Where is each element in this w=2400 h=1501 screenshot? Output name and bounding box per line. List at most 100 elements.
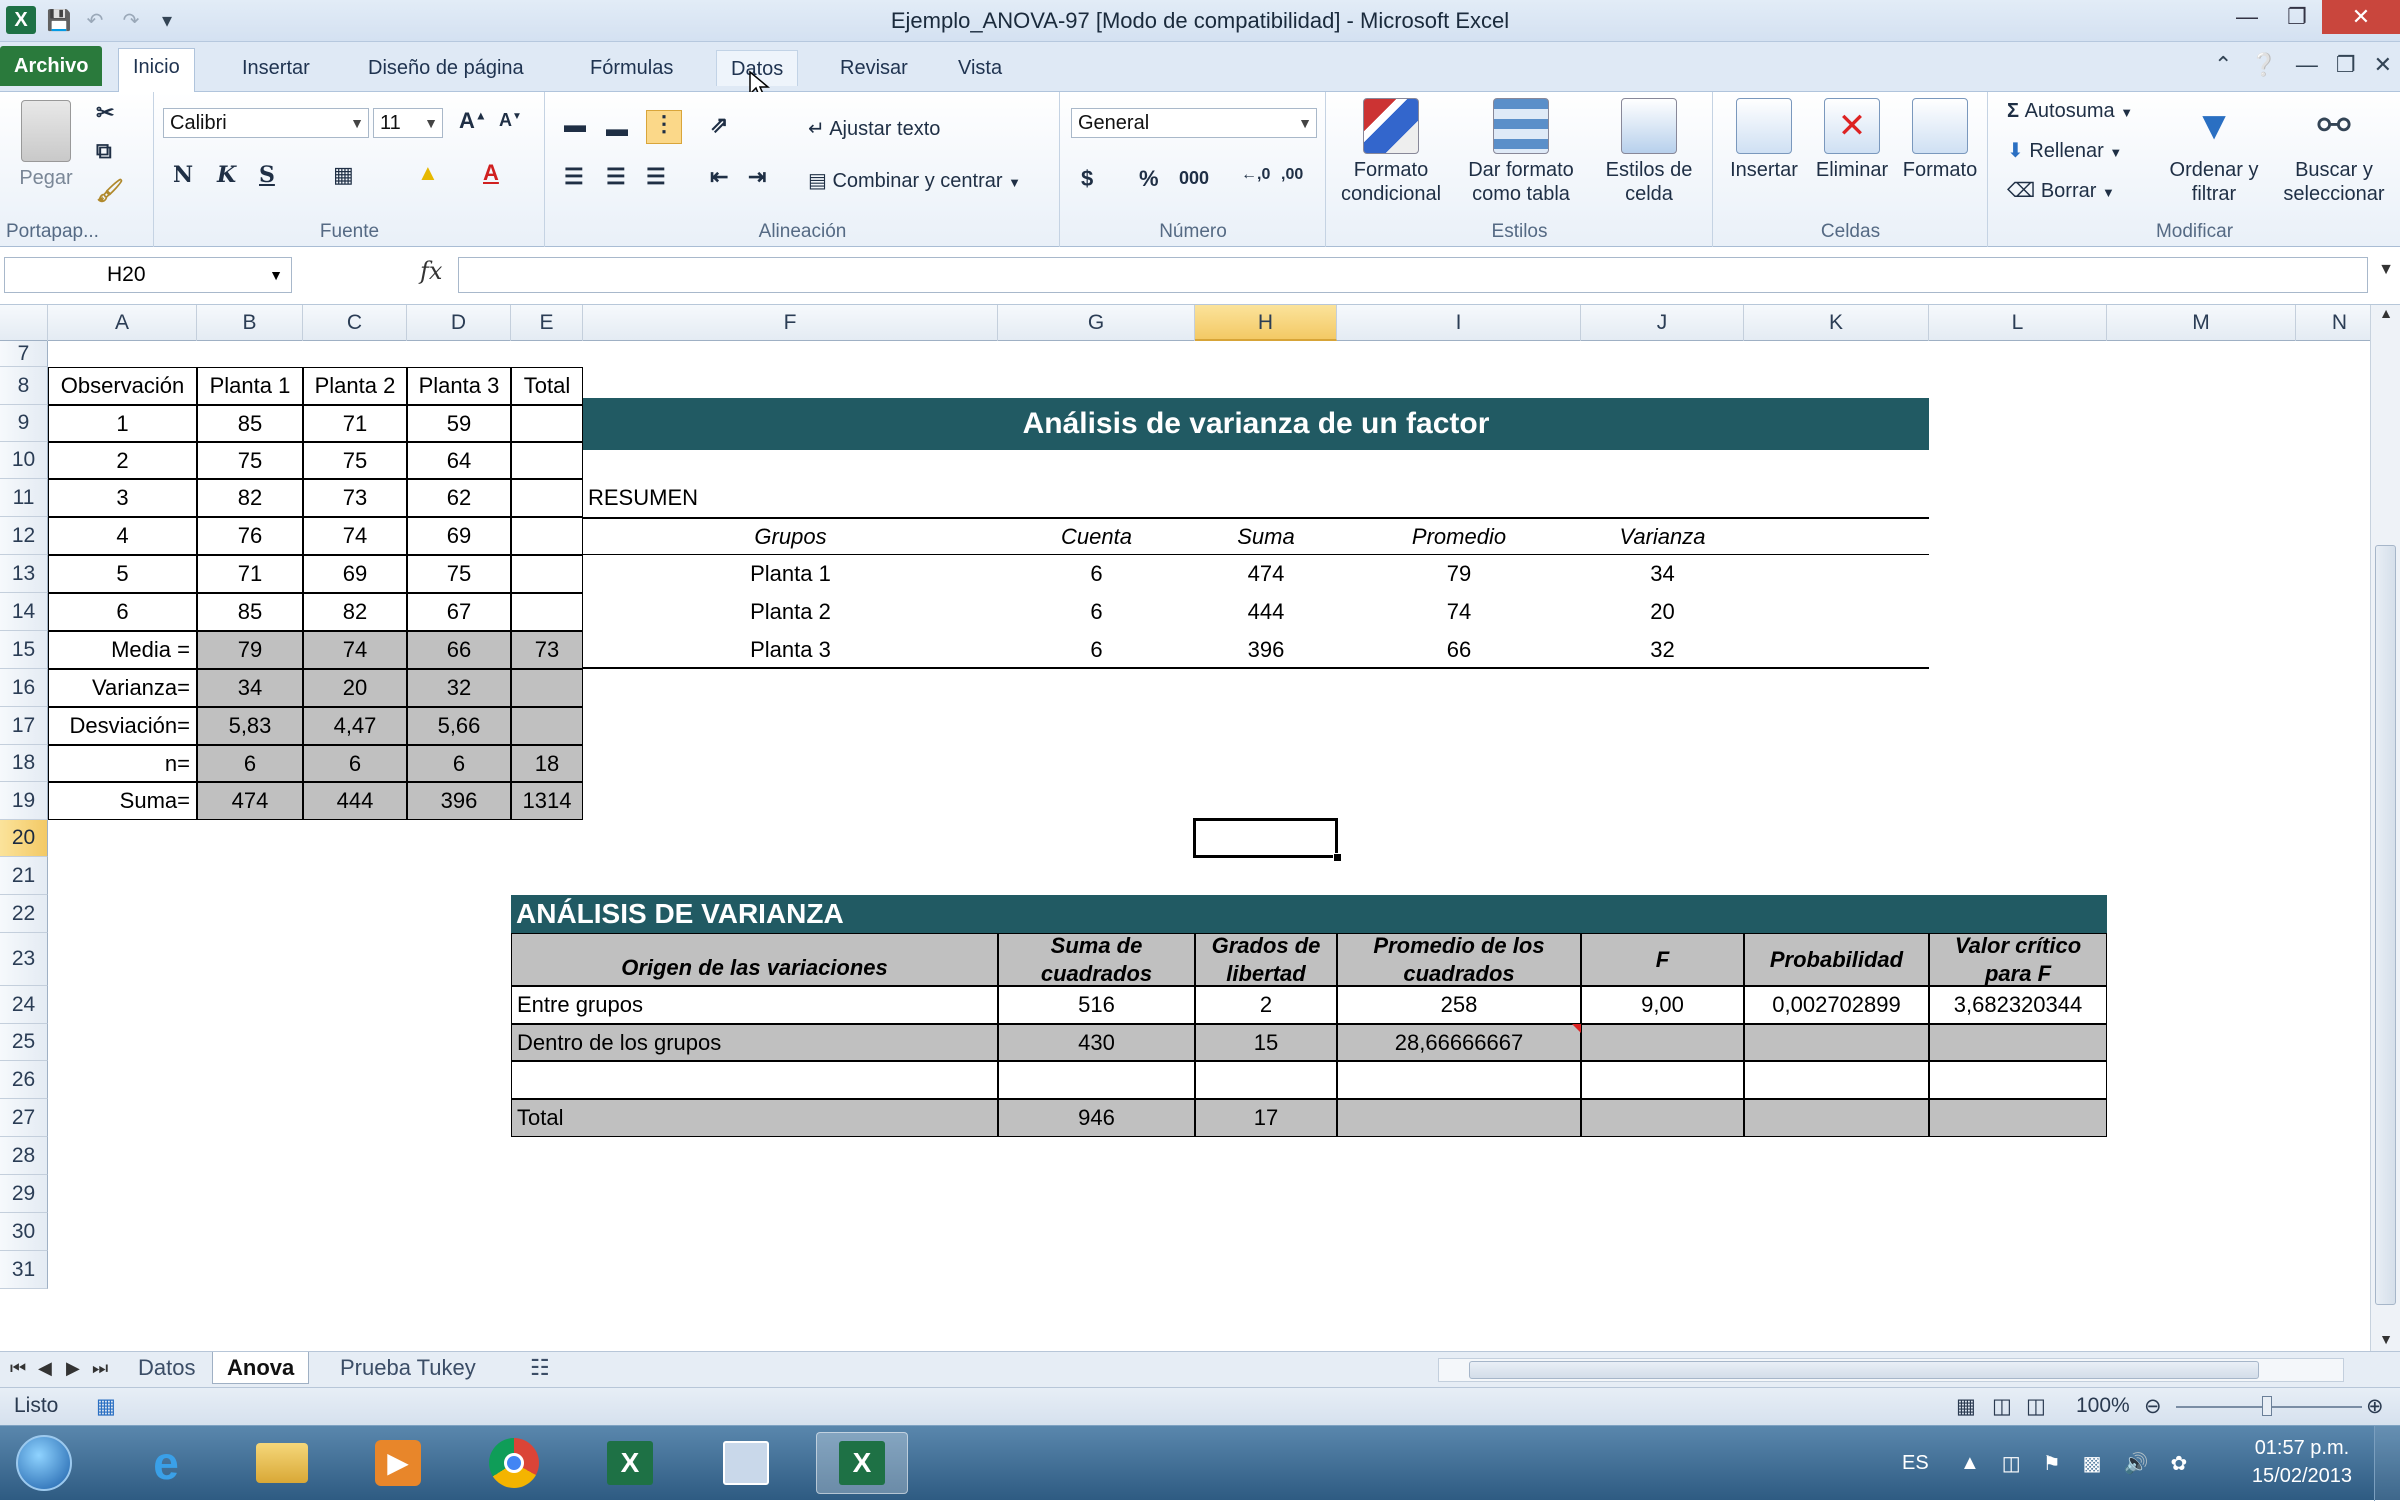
- summary-header[interactable]: Varianza: [1581, 517, 1744, 555]
- taskbar-window[interactable]: [700, 1432, 792, 1494]
- row-header-10[interactable]: 10: [0, 442, 48, 479]
- minimize-ribbon-icon[interactable]: ⌃: [2214, 52, 2232, 78]
- italic-button[interactable]: K: [217, 162, 236, 188]
- left-table-stat-value[interactable]: 444: [303, 782, 407, 820]
- page-break-view-icon[interactable]: ◫: [2026, 1394, 2046, 1419]
- tab-diseno-pagina[interactable]: Diseño de página: [354, 50, 538, 86]
- cell-styles-button[interactable]: Estilos de celda: [1585, 98, 1713, 206]
- selected-cell-cursor[interactable]: [1193, 818, 1338, 858]
- left-table-cell[interactable]: [511, 442, 583, 479]
- anova-cell[interactable]: [1195, 1061, 1337, 1099]
- row-header-7[interactable]: 7: [0, 341, 48, 367]
- left-table-cell[interactable]: 69: [407, 517, 511, 555]
- summary-header[interactable]: Cuenta: [998, 517, 1195, 555]
- anova-cell[interactable]: 28,66666667: [1337, 1024, 1581, 1061]
- increase-decimal-icon[interactable]: ←,0: [1241, 166, 1270, 184]
- summary-label[interactable]: RESUMEN: [583, 479, 998, 517]
- left-table-header[interactable]: Planta 1: [197, 367, 303, 405]
- anova-cell[interactable]: 516: [998, 986, 1195, 1024]
- left-table-stat-label[interactable]: Media =: [48, 631, 197, 669]
- column-header-a[interactable]: A: [48, 305, 197, 341]
- anova-cell[interactable]: 2: [1195, 986, 1337, 1024]
- left-table-stat-value[interactable]: [511, 707, 583, 745]
- wrap-text-button[interactable]: ↵ Ajustar texto: [808, 116, 940, 141]
- column-header-f[interactable]: F: [583, 305, 998, 341]
- expand-formula-icon[interactable]: ▼: [2378, 261, 2394, 279]
- row-header-17[interactable]: 17: [0, 707, 48, 745]
- zoom-slider-handle[interactable]: [2262, 1396, 2272, 1416]
- left-table-stat-value[interactable]: 6: [303, 745, 407, 782]
- anova-cell[interactable]: 9,00: [1581, 986, 1744, 1024]
- select-all-corner[interactable]: [0, 305, 48, 341]
- bold-button[interactable]: N: [173, 162, 193, 188]
- row-header-14[interactable]: 14: [0, 593, 48, 631]
- page-layout-view-icon[interactable]: ◫: [1992, 1394, 2012, 1419]
- left-table-cell[interactable]: 73: [303, 479, 407, 517]
- vertical-scrollbar[interactable]: ▲ ▼: [2370, 305, 2400, 1351]
- column-header-e[interactable]: E: [511, 305, 583, 341]
- anova-cell[interactable]: 258: [1337, 986, 1581, 1024]
- row-header-8[interactable]: 8: [0, 367, 48, 405]
- left-table-stat-value[interactable]: 18: [511, 745, 583, 782]
- macro-record-icon[interactable]: ▦: [96, 1394, 116, 1419]
- column-header-l[interactable]: L: [1929, 305, 2107, 341]
- left-table-cell[interactable]: [511, 405, 583, 442]
- anova-cell[interactable]: 3,682320344: [1929, 986, 2107, 1024]
- sheet-tab-datos[interactable]: Datos: [124, 1352, 209, 1384]
- anova-cell[interactable]: 430: [998, 1024, 1195, 1061]
- left-table-stat-label[interactable]: Suma=: [48, 782, 197, 820]
- summary-cell[interactable]: 6: [998, 631, 1195, 669]
- left-table-cell[interactable]: 62: [407, 479, 511, 517]
- left-table-cell[interactable]: 4: [48, 517, 197, 555]
- column-header-i[interactable]: I: [1337, 305, 1581, 341]
- anova-cell[interactable]: [1337, 1061, 1581, 1099]
- comment-indicator[interactable]: [1572, 1024, 1581, 1033]
- left-table-stat-value[interactable]: 79: [197, 631, 303, 669]
- insert-function-icon[interactable]: fx: [420, 257, 442, 285]
- summary-header[interactable]: Grupos: [583, 517, 998, 555]
- fill-color-icon[interactable]: ▲: [417, 160, 439, 186]
- font-name-select[interactable]: Calibri ▼: [163, 108, 369, 138]
- anova-cell[interactable]: [1581, 1024, 1744, 1061]
- column-header-d[interactable]: D: [407, 305, 511, 341]
- summary-cell[interactable]: 74: [1337, 593, 1581, 631]
- row-header-21[interactable]: 21: [0, 857, 48, 895]
- row-header-22[interactable]: 22: [0, 895, 48, 933]
- insert-sheet-icon[interactable]: ☷: [516, 1352, 564, 1384]
- paste-button[interactable]: Pegar: [6, 100, 86, 190]
- taskbar-chrome[interactable]: [468, 1432, 560, 1494]
- zoom-in-icon[interactable]: ⊕: [2366, 1394, 2384, 1419]
- decrease-font-icon[interactable]: A▼: [499, 110, 522, 131]
- row-header-15[interactable]: 15: [0, 631, 48, 669]
- decrease-indent-icon[interactable]: ⇤: [710, 164, 728, 190]
- zoom-level[interactable]: 100%: [2076, 1394, 2130, 1418]
- summary-title[interactable]: Análisis de varianza de un factor: [583, 398, 1929, 450]
- borders-icon[interactable]: ▦: [333, 162, 354, 188]
- network-icon[interactable]: ▩: [2083, 1451, 2102, 1476]
- anova-cell[interactable]: [1929, 1099, 2107, 1137]
- align-top-icon[interactable]: ▬: [564, 112, 586, 138]
- anova-cell[interactable]: 946: [998, 1099, 1195, 1137]
- left-table-header[interactable]: Observación: [48, 367, 197, 405]
- prev-sheet-icon[interactable]: ◀: [38, 1358, 52, 1379]
- anova-cell[interactable]: 17: [1195, 1099, 1337, 1137]
- column-header-c[interactable]: C: [303, 305, 407, 341]
- left-table-stat-value[interactable]: 34: [197, 669, 303, 707]
- action-center-flag-icon[interactable]: ⚑: [2043, 1451, 2061, 1476]
- summary-cell[interactable]: 66: [1337, 631, 1581, 669]
- anova-header-p[interactable]: Probabilidad: [1744, 933, 1929, 986]
- increase-indent-icon[interactable]: ⇥: [748, 164, 766, 190]
- anova-cell[interactable]: [1929, 1024, 2107, 1061]
- left-table-cell[interactable]: 85: [197, 593, 303, 631]
- tab-archivo[interactable]: Archivo: [0, 46, 102, 86]
- column-header-k[interactable]: K: [1744, 305, 1929, 341]
- sheet-tab-anova[interactable]: Anova: [212, 1352, 310, 1384]
- left-table-cell[interactable]: 5: [48, 555, 197, 593]
- anova-header-f[interactable]: F: [1581, 933, 1744, 986]
- left-table-cell[interactable]: 64: [407, 442, 511, 479]
- row-header-28[interactable]: 28: [0, 1137, 48, 1175]
- row-header-31[interactable]: 31: [0, 1251, 48, 1289]
- name-box[interactable]: H20 ▼: [4, 257, 292, 293]
- left-table-cell[interactable]: 71: [303, 405, 407, 442]
- summary-cell[interactable]: 34: [1581, 555, 1744, 593]
